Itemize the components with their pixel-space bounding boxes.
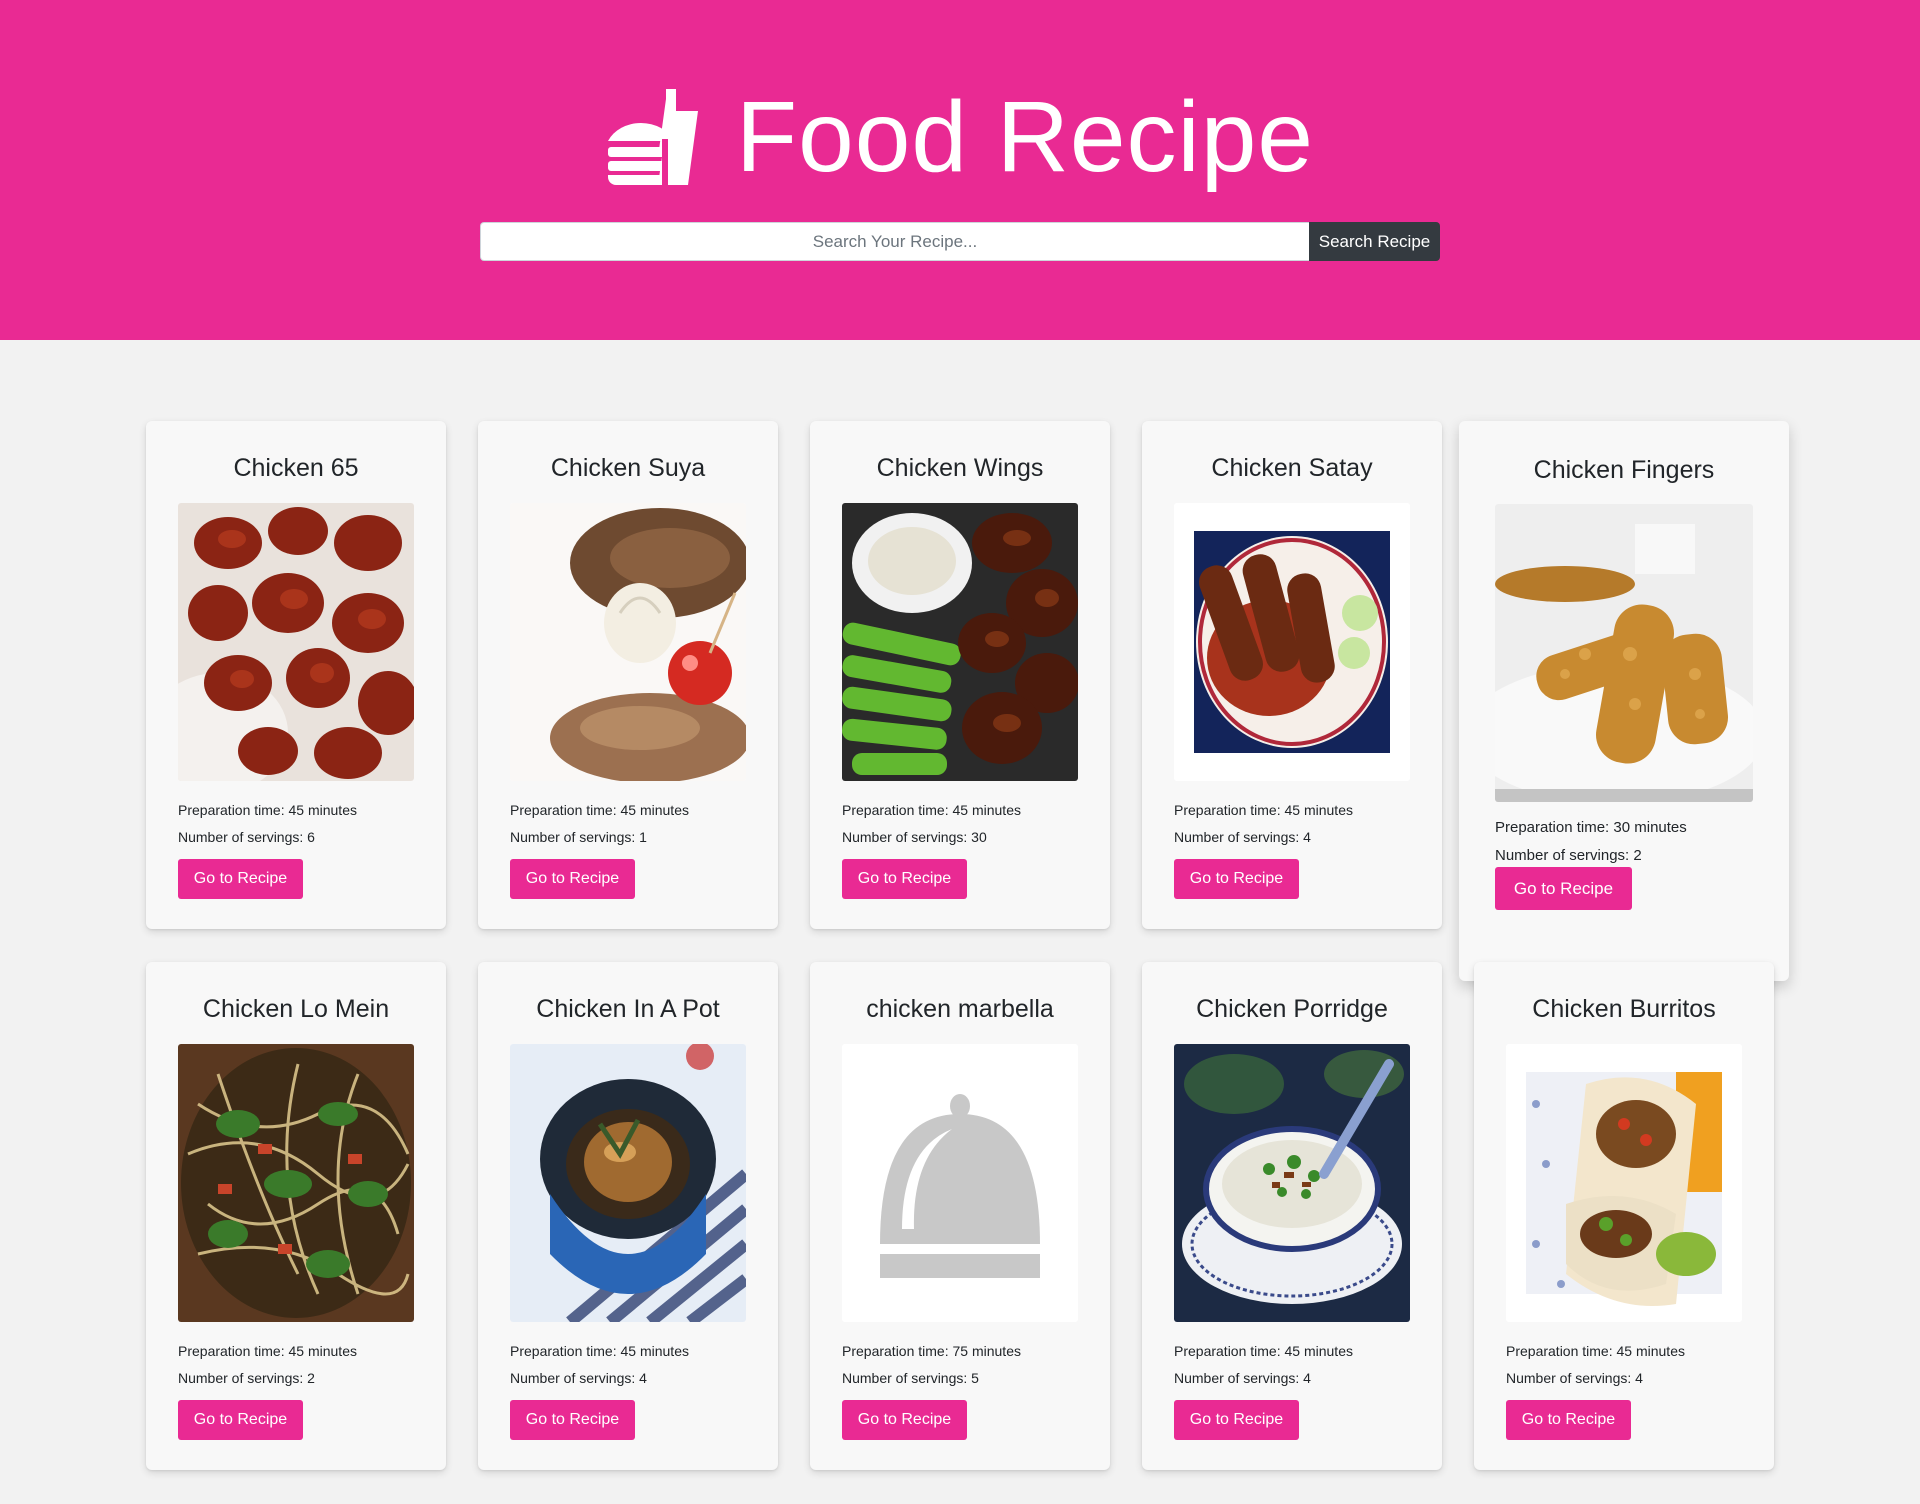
recipe-title: Chicken Suya: [550, 454, 706, 482]
recipe-image: [510, 1044, 746, 1322]
go-to-recipe-button[interactable]: Go to Recipe: [1174, 1400, 1299, 1440]
recipe-card: chicken marbella Preparation time: 75 mi…: [810, 962, 1110, 1470]
recipe-card: Chicken Fingers Preparation time: 30 min…: [1459, 421, 1789, 981]
recipe-meta: Preparation time: 45 minutes Number of s…: [1174, 797, 1353, 851]
go-to-recipe-button[interactable]: Go to Recipe: [842, 859, 967, 899]
recipe-card: Chicken Burritos Preparation time: 45 mi…: [1474, 962, 1774, 1470]
recipe-meta: Preparation time: 45 minutes Number of s…: [1174, 1338, 1353, 1392]
go-to-recipe-button[interactable]: Go to Recipe: [842, 1400, 967, 1440]
prep-time: Preparation time: 45 minutes: [1174, 802, 1353, 818]
servings: Number of servings: 4: [1174, 829, 1311, 845]
recipe-grid: Chicken 65 Preparation time: 45 minutes …: [0, 0, 1920, 1504]
recipe-meta: Preparation time: 75 minutes Number of s…: [842, 1338, 1021, 1392]
prep-time: Preparation time: 45 minutes: [510, 1343, 689, 1359]
recipe-title: chicken marbella: [866, 995, 1054, 1023]
go-to-recipe-button[interactable]: Go to Recipe: [178, 859, 303, 899]
recipe-meta: Preparation time: 45 minutes Number of s…: [178, 797, 357, 851]
prep-time: Preparation time: 30 minutes: [1495, 819, 1687, 836]
recipe-title: Chicken Satay: [1211, 454, 1373, 482]
prep-time: Preparation time: 45 minutes: [842, 802, 1021, 818]
servings: Number of servings: 4: [510, 1370, 647, 1386]
recipe-image: [1506, 1044, 1742, 1322]
recipe-title: Chicken Lo Mein: [202, 995, 390, 1023]
go-to-recipe-button[interactable]: Go to Recipe: [510, 1400, 635, 1440]
recipe-card: Chicken Satay Preparation time: 45 minut…: [1142, 421, 1442, 929]
servings: Number of servings: 6: [178, 829, 315, 845]
servings: Number of servings: 2: [178, 1370, 315, 1386]
recipe-card: Chicken Porridge Preparation time: 45 mi…: [1142, 962, 1442, 1470]
prep-time: Preparation time: 45 minutes: [178, 802, 357, 818]
recipe-image: [842, 503, 1078, 781]
go-to-recipe-button[interactable]: Go to Recipe: [1174, 859, 1299, 899]
servings: Number of servings: 5: [842, 1370, 979, 1386]
recipe-meta: Preparation time: 45 minutes Number of s…: [510, 797, 689, 851]
go-to-recipe-button[interactable]: Go to Recipe: [510, 859, 635, 899]
recipe-meta: Preparation time: 30 minutes Number of s…: [1495, 814, 1687, 870]
recipe-meta: Preparation time: 45 minutes Number of s…: [1506, 1338, 1685, 1392]
recipe-meta: Preparation time: 45 minutes Number of s…: [510, 1338, 689, 1392]
recipe-card: Chicken Wings Preparation time: 45 minut…: [810, 421, 1110, 929]
recipe-image: [178, 503, 414, 781]
servings: Number of servings: 2: [1495, 847, 1642, 864]
recipe-image: [1495, 504, 1753, 802]
recipe-image: [1174, 503, 1410, 781]
recipe-title: Chicken Burritos: [1532, 995, 1716, 1023]
recipe-image: [1174, 1044, 1410, 1322]
prep-time: Preparation time: 45 minutes: [1506, 1343, 1685, 1359]
recipe-card: Chicken 65 Preparation time: 45 minutes …: [146, 421, 446, 929]
go-to-recipe-button[interactable]: Go to Recipe: [178, 1400, 303, 1440]
recipe-title: Chicken Fingers: [1533, 456, 1715, 484]
recipe-meta: Preparation time: 45 minutes Number of s…: [178, 1338, 357, 1392]
prep-time: Preparation time: 45 minutes: [1174, 1343, 1353, 1359]
recipe-image: [178, 1044, 414, 1322]
recipe-card: Chicken Suya Preparation time: 45 minute…: [478, 421, 778, 929]
recipe-title: Chicken Wings: [876, 454, 1044, 482]
cloche-placeholder-icon: [842, 1044, 1078, 1322]
recipe-image: [510, 503, 746, 781]
recipe-meta: Preparation time: 45 minutes Number of s…: [842, 797, 1021, 851]
recipe-card: Chicken Lo Mein Preparation time: 45 min…: [146, 962, 446, 1470]
go-to-recipe-button[interactable]: Go to Recipe: [1506, 1400, 1631, 1440]
recipe-title: Chicken 65: [233, 454, 359, 482]
recipe-card: Chicken In A Pot Preparation time: 45 mi…: [478, 962, 778, 1470]
recipe-image: [842, 1044, 1078, 1322]
servings: Number of servings: 4: [1174, 1370, 1311, 1386]
go-to-recipe-button[interactable]: Go to Recipe: [1495, 867, 1632, 910]
servings: Number of servings: 1: [510, 829, 647, 845]
servings: Number of servings: 4: [1506, 1370, 1643, 1386]
prep-time: Preparation time: 75 minutes: [842, 1343, 1021, 1359]
prep-time: Preparation time: 45 minutes: [510, 802, 689, 818]
prep-time: Preparation time: 45 minutes: [178, 1343, 357, 1359]
servings: Number of servings: 30: [842, 829, 987, 845]
recipe-title: Chicken Porridge: [1196, 995, 1388, 1023]
recipe-title: Chicken In A Pot: [536, 995, 720, 1023]
